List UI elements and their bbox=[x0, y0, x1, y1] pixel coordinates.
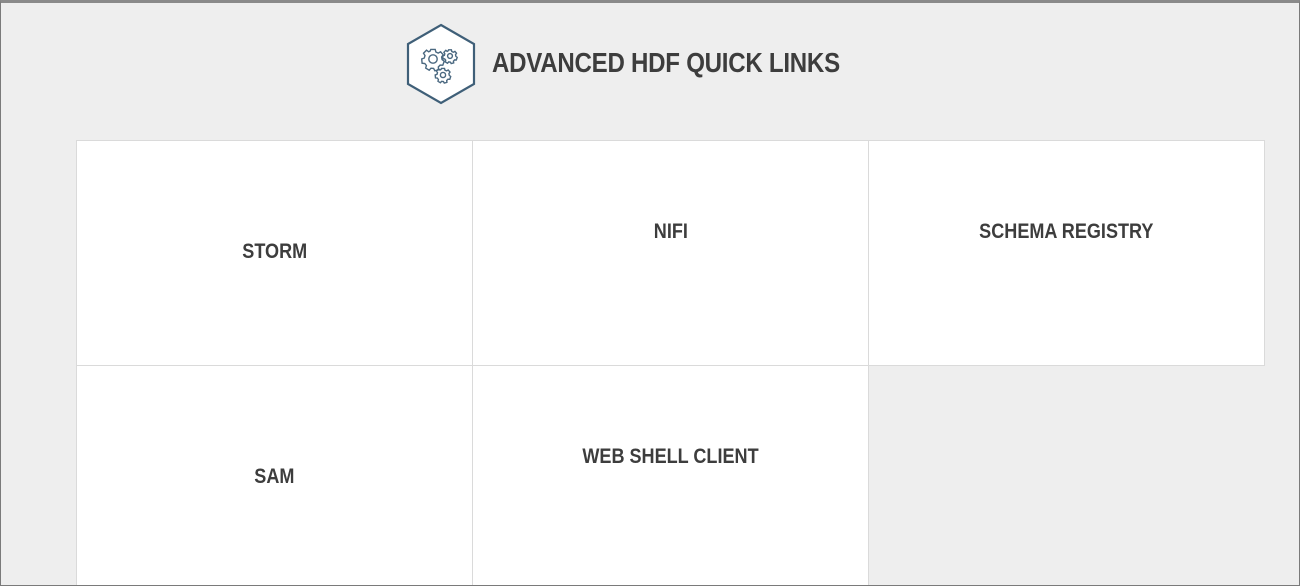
quick-link-sam[interactable]: SAM bbox=[76, 365, 473, 585]
quick-link-schema-registry[interactable]: SCHEMA REGISTRY bbox=[868, 140, 1265, 366]
page-title: ADVANCED HDF QUICK LINKS bbox=[491, 47, 840, 78]
quick-link-label: NIFI bbox=[653, 220, 688, 243]
quick-link-label: SCHEMA REGISTRY bbox=[979, 220, 1154, 243]
quick-link-label: STORM bbox=[242, 240, 307, 263]
quick-link-label: SAM bbox=[254, 465, 295, 488]
quick-links-panel: ADVANCED HDF QUICK LINKS STORM NIFI SCHE… bbox=[0, 0, 1300, 586]
quick-link-web-shell-client[interactable]: WEB SHELL CLIENT bbox=[472, 365, 869, 585]
quick-link-storm[interactable]: STORM bbox=[76, 140, 473, 366]
quick-link-label: WEB SHELL CLIENT bbox=[582, 445, 759, 468]
page-header: ADVANCED HDF QUICK LINKS bbox=[1, 22, 1299, 106]
quick-links-grid: STORM NIFI SCHEMA REGISTRY SAM WEB SHELL… bbox=[76, 140, 1265, 585]
quick-link-nifi[interactable]: NIFI bbox=[472, 140, 869, 366]
settings-gears-hexagon-icon bbox=[406, 23, 475, 105]
